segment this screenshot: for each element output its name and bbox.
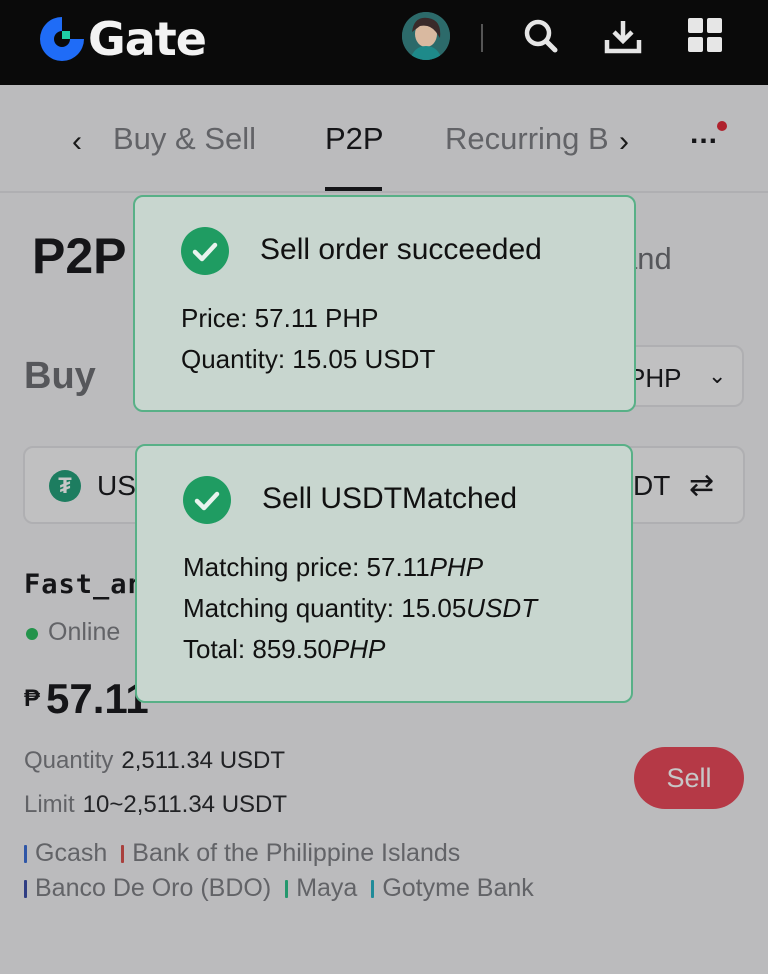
toast-title: Sell order succeeded <box>260 233 542 266</box>
download-icon[interactable] <box>603 16 643 56</box>
sell-matched-toast: Sell USDTMatched Matching price: 57.11PH… <box>135 444 633 703</box>
gate-logo-mark-icon <box>40 17 84 61</box>
matching-price-unit: PHP <box>429 552 484 582</box>
toast-quantity: Quantity: 15.05 USDT <box>181 344 436 374</box>
toast-total: Total: 859.50PHP <box>183 634 385 665</box>
total-label: Total: 859.50 <box>183 634 332 664</box>
gate-logo[interactable]: Gate <box>38 12 207 66</box>
toast-price: Price: 57.11 PHP <box>181 303 379 333</box>
search-icon[interactable] <box>521 16 561 56</box>
avatar-image <box>402 12 450 60</box>
matching-quantity-label: Matching quantity: 15.05 <box>183 593 467 623</box>
header-divider <box>481 24 483 52</box>
toast-matching-quantity: Matching quantity: 15.05USDT <box>183 593 537 624</box>
top-bar: Gate <box>0 0 768 85</box>
toast-matching-price: Matching price: 57.11PHP <box>183 552 483 583</box>
avatar[interactable] <box>402 12 450 60</box>
check-icon <box>181 227 229 275</box>
matching-price-label: Matching price: 57.11 <box>183 552 430 582</box>
toast-title: Sell USDTMatched <box>262 482 518 515</box>
check-icon <box>183 476 231 524</box>
sell-order-toast: Sell order succeeded Price: 57.11 PHP Qu… <box>133 195 636 412</box>
logo-text: Gate <box>88 12 207 66</box>
matching-quantity-unit: USDT <box>466 593 538 623</box>
grid-menu-icon[interactable] <box>686 16 726 56</box>
total-unit: PHP <box>331 634 386 664</box>
